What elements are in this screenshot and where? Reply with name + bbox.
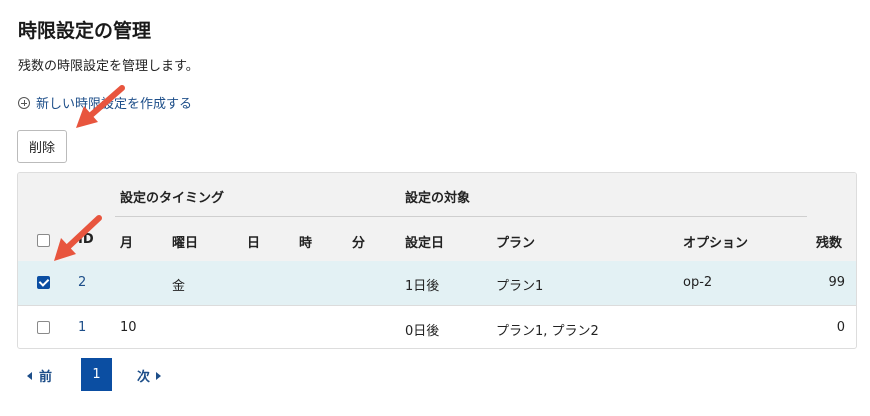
create-new-link-label: 新しい時限設定を作成する xyxy=(36,97,193,112)
caret-left-icon xyxy=(27,371,32,380)
col-id[interactable]: ID xyxy=(78,232,94,247)
create-new-link[interactable]: 新しい時限設定を作成する xyxy=(18,93,192,112)
cell-setting-day: 0日後 xyxy=(405,324,440,339)
next-page-button[interactable]: 次 xyxy=(137,366,162,385)
col-plan[interactable]: プラン xyxy=(496,232,535,251)
col-option[interactable]: オプション xyxy=(683,232,748,251)
prev-page-button[interactable]: 前 xyxy=(27,366,52,385)
row-id-link[interactable]: 2 xyxy=(78,275,86,290)
cell-plan: プラン1, プラン2 xyxy=(496,324,599,339)
page-title: 時限設定の管理 xyxy=(18,20,152,42)
prev-page-label: 前 xyxy=(39,370,53,385)
table-header: 設定のタイミング 設定の対象 ID 月 曜日 日 時 分 設定日 プラン オプシ… xyxy=(18,173,856,262)
col-hour[interactable]: 時 xyxy=(299,232,312,251)
group-header-target: 設定の対象 xyxy=(405,191,471,206)
current-page[interactable]: 1 xyxy=(81,358,112,391)
row-checkbox[interactable] xyxy=(37,321,50,334)
select-all-checkbox[interactable] xyxy=(37,234,50,247)
group-header-timing: 設定のタイミング xyxy=(120,191,225,206)
add-circle-icon xyxy=(18,96,30,109)
cell-option: op-2 xyxy=(683,275,713,290)
col-minute[interactable]: 分 xyxy=(352,232,365,251)
col-weekday[interactable]: 曜日 xyxy=(172,232,198,251)
col-setting-day[interactable]: 設定日 xyxy=(405,232,444,251)
cell-weekday: 金 xyxy=(172,279,186,294)
cell-setting-day: 1日後 xyxy=(405,279,440,294)
row-checkbox[interactable] xyxy=(37,276,50,289)
table-row[interactable]: 2 金 1日後 プラン1 op-2 99 xyxy=(18,261,856,306)
caret-right-icon xyxy=(156,371,162,380)
col-day[interactable]: 日 xyxy=(247,232,260,251)
col-month[interactable]: 月 xyxy=(120,232,133,251)
settings-table: 設定のタイミング 設定の対象 ID 月 曜日 日 時 分 設定日 プラン オプシ… xyxy=(17,172,857,349)
row-id-link[interactable]: 1 xyxy=(78,320,86,335)
next-page-label: 次 xyxy=(137,370,151,385)
cell-plan: プラン1 xyxy=(496,279,544,294)
cell-remaining: 0 xyxy=(836,320,845,335)
group-divider xyxy=(115,216,807,217)
pagination: 前 1 次 xyxy=(17,358,317,391)
cell-month: 10 xyxy=(120,320,137,335)
delete-button[interactable]: 削除 xyxy=(17,130,67,163)
table-row[interactable]: 1 10 0日後 プラン1, プラン2 0 xyxy=(18,306,856,348)
col-remaining[interactable]: 残数 xyxy=(816,232,842,251)
cell-remaining: 99 xyxy=(828,275,845,290)
page-description: 残数の時限設定を管理します。 xyxy=(18,59,199,74)
